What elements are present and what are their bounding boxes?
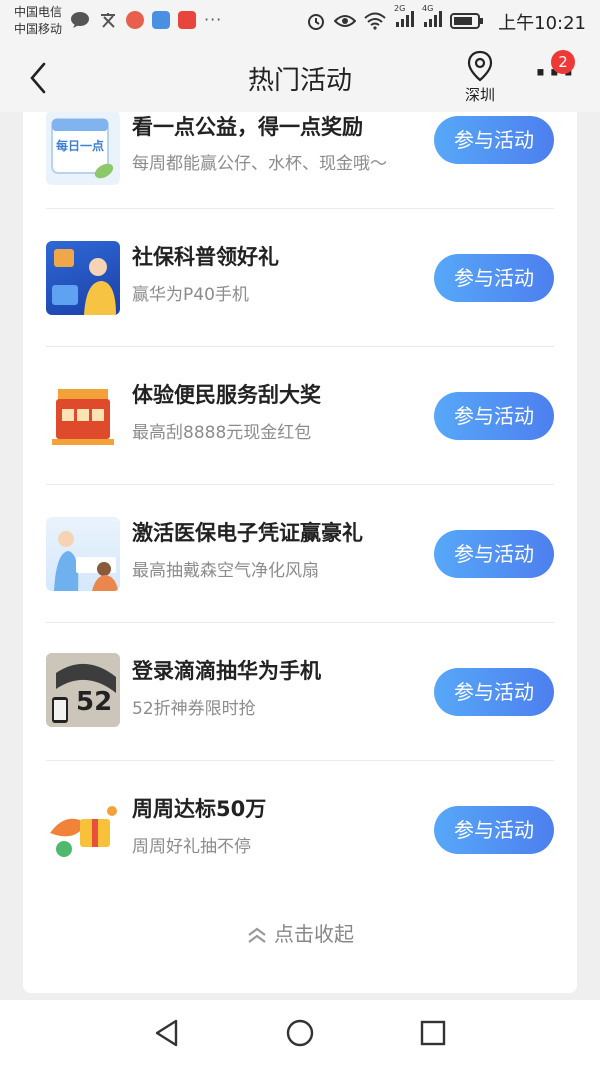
activity-subtitle: 周周好礼抽不停: [132, 837, 251, 857]
notification-icons: ···: [70, 10, 222, 29]
activity-title: 体验便民服务刮大奖: [132, 383, 321, 407]
message-icon: [71, 11, 89, 28]
join-activity-button[interactable]: 参与活动: [434, 806, 554, 854]
join-activity-button[interactable]: 参与活动: [434, 116, 554, 164]
activity-title: 周周达标50万: [132, 797, 267, 821]
eye-icon: [334, 15, 356, 27]
activity-subtitle: 52折神券限时抢: [132, 699, 256, 719]
back-nav-button[interactable]: [152, 1018, 182, 1048]
join-activity-button[interactable]: 参与活动: [434, 668, 554, 716]
translate-icon: [101, 12, 115, 28]
alarm-icon: [308, 14, 324, 30]
location-pin-icon: [467, 50, 493, 82]
thumbnail-label: 每日一点: [56, 139, 105, 153]
triangle-back-icon: [155, 1019, 178, 1047]
app-icon: [152, 10, 170, 29]
nav-bar: 热门活动 深圳 ···: [0, 42, 600, 112]
activity-subtitle: 赢华为P40手机: [132, 285, 249, 305]
carrier-info: 中国电信 中国移动: [14, 4, 62, 38]
notification-badge: 2: [551, 50, 575, 74]
wifi-icon: [364, 12, 386, 30]
activity-thumbnail: [46, 241, 120, 315]
signal-label: 4G: [422, 4, 434, 13]
signal-label: 2G: [394, 4, 406, 13]
join-activity-button[interactable]: 参与活动: [434, 254, 554, 302]
circle-home-icon: [286, 1019, 314, 1047]
activity-title: 社保科普领好礼: [132, 245, 279, 269]
carrier-1: 中国电信: [14, 5, 63, 19]
location-label: 深圳: [464, 86, 495, 104]
system-icons: 2G 4G: [306, 4, 484, 32]
thumbnail-label: 52: [76, 687, 113, 717]
signal-icon: 2G: [394, 4, 414, 32]
collapse-label: 点击收起: [274, 922, 354, 946]
chevron-double-up-icon: [248, 927, 266, 943]
activity-thumbnail: 52: [46, 653, 120, 727]
activity-title: 登录滴滴抽华为手机: [132, 659, 321, 683]
home-nav-button[interactable]: [285, 1018, 315, 1048]
activity-subtitle: 最高刮8888元现金红包: [132, 423, 312, 443]
system-navigation-bar: [0, 1000, 600, 1067]
activity-thumbnail: [46, 379, 120, 453]
activity-thumbnail: 每日一点: [46, 112, 120, 185]
collapse-button[interactable]: 点击收起: [23, 918, 577, 947]
activity-card: 每日一点 看一点公益，得一点奖励 每周都能赢公仔、水杯、现金哦～ 参与活动 社保…: [23, 112, 577, 993]
activity-row: 周周达标50万 周周好礼抽不停 参与活动: [46, 761, 554, 899]
status-bar: 中国电信 中国移动 ··· 2G 4G 上午10:21: [0, 0, 600, 42]
activity-thumbnail: [46, 517, 120, 591]
activity-thumbnail: [46, 793, 120, 867]
square-recents-icon: [420, 1020, 446, 1046]
activity-row: 体验便民服务刮大奖 最高刮8888元现金红包 参与活动: [46, 347, 554, 485]
battery-icon: [450, 13, 483, 29]
activity-subtitle: 最高抽戴森空气净化风扇: [132, 561, 319, 581]
page-title: 热门活动: [247, 66, 352, 96]
clock: 上午10:21: [498, 13, 586, 34]
activity-title: 激活医保电子凭证赢豪礼: [132, 521, 363, 545]
activity-row: 每日一点 看一点公益，得一点奖励 每周都能赢公仔、水杯、现金哦～ 参与活动: [46, 112, 554, 209]
activity-title: 看一点公益，得一点奖励: [132, 115, 363, 139]
recents-nav-button[interactable]: [418, 1018, 448, 1048]
activity-row: 52 登录滴滴抽华为手机 52折神券限时抢 参与活动: [46, 623, 554, 761]
carrier-2: 中国移动: [14, 22, 63, 36]
more-icon: ···: [204, 10, 223, 29]
location-selector[interactable]: 深圳: [460, 50, 500, 105]
app-icon: [126, 10, 144, 29]
activity-subtitle: 每周都能赢公仔、水杯、现金哦～: [132, 154, 387, 174]
app-icon: [178, 10, 196, 29]
signal-icon: 4G: [422, 4, 442, 32]
join-activity-button[interactable]: 参与活动: [434, 392, 554, 440]
activity-row: 激活医保电子凭证赢豪礼 最高抽戴森空气净化风扇 参与活动: [46, 485, 554, 623]
join-activity-button[interactable]: 参与活动: [434, 530, 554, 578]
activity-row: 社保科普领好礼 赢华为P40手机 参与活动: [46, 209, 554, 347]
